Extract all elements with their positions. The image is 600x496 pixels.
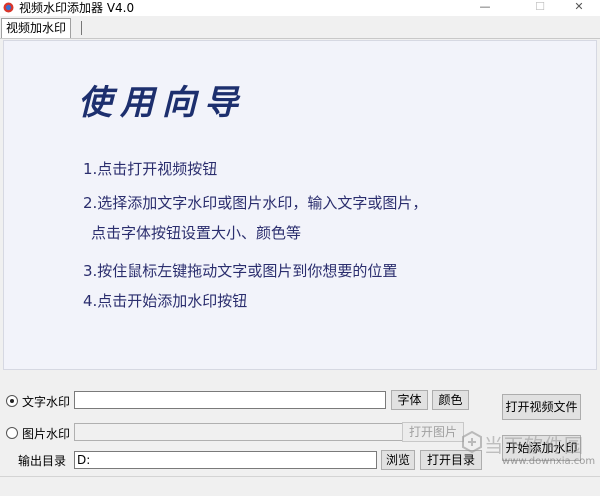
watermark-url: www.downxia.com <box>502 456 596 467</box>
output-dir-label: 输出目录 <box>18 454 67 468</box>
image-watermark-option[interactable]: 图片水印 <box>6 425 70 442</box>
text-watermark-label: 文字水印 <box>22 395 71 409</box>
text-watermark-radio[interactable] <box>6 395 18 407</box>
guide-step-4: 4.点击开始添加水印按钮 <box>83 292 248 310</box>
usage-guide-panel: 使用向导 1.点击打开视频按钮 2.选择添加文字水印或图片水印，输入文字或图片，… <box>3 40 597 370</box>
tab-video-watermark[interactable]: 视频加水印 <box>1 18 72 38</box>
title-bar: 视频水印添加器 V4.0 — ☐ ✕ <box>0 0 600 16</box>
app-icon <box>3 2 14 13</box>
text-watermark-option[interactable]: 文字水印 <box>6 393 70 410</box>
status-bar <box>0 476 600 496</box>
guide-step-2-cont: 点击字体按钮设置大小、颜色等 <box>91 224 302 242</box>
tab-strip: 视频加水印 <box>0 16 600 39</box>
open-video-button[interactable]: 打开视频文件 <box>502 394 581 420</box>
tab-separator <box>81 21 82 35</box>
site-logo-icon <box>462 431 482 453</box>
close-button[interactable]: ✕ <box>556 0 600 16</box>
image-watermark-radio[interactable] <box>6 427 18 439</box>
guide-step-3: 3.按住鼠标左键拖动文字或图片到你想要的位置 <box>83 262 398 280</box>
site-watermark: 当下软件园 www.downxia.com <box>462 431 595 481</box>
browse-button[interactable]: 浏览 <box>381 450 415 470</box>
color-button[interactable]: 颜色 <box>432 390 469 410</box>
minimize-button[interactable]: — <box>462 0 508 16</box>
font-button[interactable]: 字体 <box>391 390 428 410</box>
guide-step-1: 1.点击打开视频按钮 <box>83 160 218 178</box>
open-image-button[interactable]: 打开图片 <box>402 422 464 442</box>
window-title: 视频水印添加器 V4.0 <box>19 1 135 15</box>
text-watermark-input[interactable] <box>74 391 386 409</box>
image-watermark-label: 图片水印 <box>22 427 71 441</box>
guide-step-2: 2.选择添加文字水印或图片水印，输入文字或图片， <box>83 194 428 212</box>
watermark-text: 当下软件园 <box>484 435 585 457</box>
guide-title: 使用向导 <box>78 83 246 123</box>
output-dir-input[interactable]: D: <box>74 451 377 469</box>
